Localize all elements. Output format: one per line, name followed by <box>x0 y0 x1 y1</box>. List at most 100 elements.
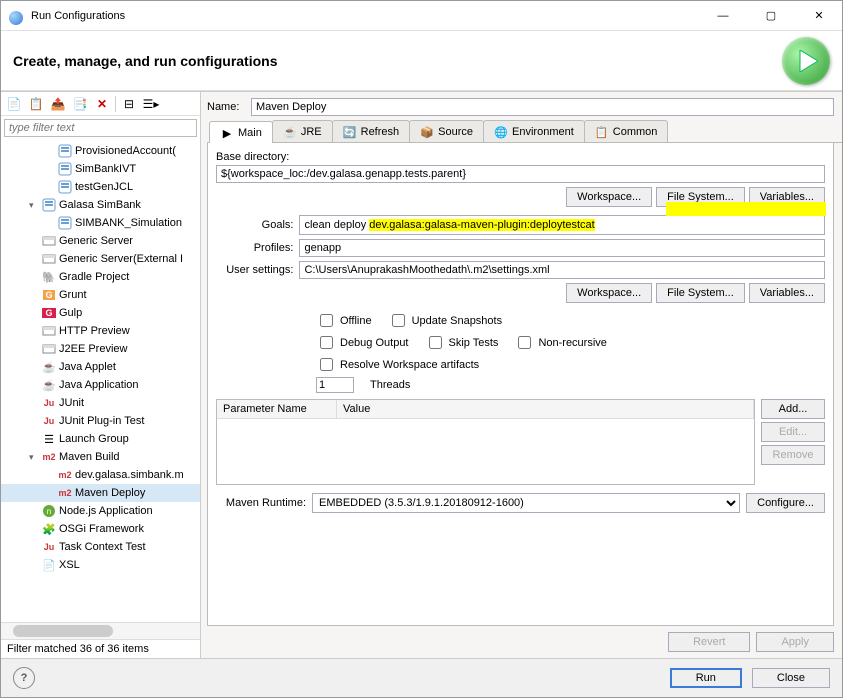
tree-item[interactable]: m2Maven Deploy <box>1 484 200 502</box>
tree-item[interactable]: JuJUnit <box>1 394 200 412</box>
base-dir-input[interactable] <box>216 165 825 183</box>
tree-item-label: Generic Server <box>59 235 133 247</box>
cfg-icon <box>57 215 73 231</box>
tree-item[interactable]: JuJUnit Plug-in Test <box>1 412 200 430</box>
tree-item[interactable]: J2EE Preview <box>1 340 200 358</box>
toolbar-separator <box>115 96 116 112</box>
tab-bar: ▶Main☕JRE🔄Refresh📦Source🌐Environment📋Com… <box>207 120 842 143</box>
tree-item[interactable]: m2dev.galasa.simbank.m <box>1 466 200 484</box>
update-snapshots-checkbox[interactable]: Update Snapshots <box>388 311 503 330</box>
tree-item[interactable]: SIMBANK_Simulation <box>1 214 200 232</box>
tree-item[interactable]: ☕Java Application <box>1 376 200 394</box>
tree-item[interactable]: HTTP Preview <box>1 322 200 340</box>
user-settings-label: User settings: <box>216 264 293 276</box>
tab-label: Refresh <box>361 126 400 138</box>
run-hero-icon <box>782 37 830 85</box>
debug-output-checkbox[interactable]: Debug Output <box>316 333 409 352</box>
goals-input[interactable]: clean deploy dev.galasa:galasa-maven-plu… <box>299 215 825 235</box>
resolve-workspace-checkbox[interactable]: Resolve Workspace artifacts <box>316 355 479 374</box>
cfg-icon <box>41 197 57 213</box>
tree-item[interactable]: ▾Galasa SimBank <box>1 196 200 214</box>
tree-item[interactable]: JuTask Context Test <box>1 538 200 556</box>
delete-button[interactable]: ✕ <box>93 95 111 113</box>
param-add-button[interactable]: Add... <box>761 399 825 419</box>
collapse-all-button[interactable]: ⊟ <box>120 95 138 113</box>
maximize-button[interactable]: ▢ <box>756 9 786 22</box>
settings-workspace-button[interactable]: Workspace... <box>566 283 652 303</box>
config-tree[interactable]: ProvisionedAccount(SimBankIVT testGenJCL ▾… <box>1 140 200 622</box>
tree-item[interactable]: 🧩OSGi Framework <box>1 520 200 538</box>
filter-status: Filter matched 36 of 36 items <box>1 639 200 658</box>
tree-item[interactable]: Generic Server <box>1 232 200 250</box>
tab-main[interactable]: ▶Main <box>209 121 273 143</box>
tree-item[interactable]: 🐘Gradle Project <box>1 268 200 286</box>
tree-item[interactable]: testGenJCL <box>1 178 200 196</box>
m2r-icon: m2 <box>57 485 73 501</box>
tree-item-label: Maven Build <box>59 451 120 463</box>
param-edit-button[interactable]: Edit... <box>761 422 825 442</box>
window-title: Run Configurations <box>9 10 708 22</box>
tree-item-label: J2EE Preview <box>59 343 127 355</box>
filter-button[interactable]: ☰▸ <box>142 95 160 113</box>
skip-tests-checkbox[interactable]: Skip Tests <box>425 333 499 352</box>
tree-item-label: Node.js Application <box>59 505 153 517</box>
parameters-table[interactable]: Parameter Name Value <box>216 399 755 485</box>
settings-file-system-button[interactable]: File System... <box>656 283 745 303</box>
tab-icon: 📋 <box>595 125 609 139</box>
gulp-icon: G <box>41 305 57 321</box>
goals-highlight: dev.galasa:galasa-maven-plugin:deploytes… <box>369 219 594 231</box>
osgi-icon: 🧩 <box>41 521 57 537</box>
runtime-select[interactable]: EMBEDDED (3.5.3/1.9.1.20180912-1600) <box>312 493 740 513</box>
tree-item[interactable]: GGulp <box>1 304 200 322</box>
tree-item[interactable]: 📄XSL <box>1 556 200 574</box>
tree-item[interactable]: ProvisionedAccount( <box>1 142 200 160</box>
workspace-button[interactable]: Workspace... <box>566 187 652 207</box>
tree-scrollbar[interactable] <box>1 622 200 639</box>
settings-variables-button[interactable]: Variables... <box>749 283 825 303</box>
new-config-button[interactable]: 📄 <box>5 95 23 113</box>
threads-spinner[interactable] <box>316 377 354 393</box>
revert-button[interactable]: Revert <box>668 632 750 652</box>
tree-item[interactable]: SimBankIVT <box>1 160 200 178</box>
tab-refresh[interactable]: 🔄Refresh <box>332 120 411 142</box>
duplicate-button[interactable]: 📑 <box>71 95 89 113</box>
base-dir-label: Base directory: <box>216 151 825 163</box>
new-proto-button[interactable]: 📋 <box>27 95 45 113</box>
filter-input[interactable] <box>4 119 197 137</box>
tree-item-label: OSGi Framework <box>59 523 144 535</box>
apply-button[interactable]: Apply <box>756 632 834 652</box>
tree-item[interactable]: GGrunt <box>1 286 200 304</box>
help-button[interactable]: ? <box>13 667 35 689</box>
non-recursive-checkbox[interactable]: Non-recursive <box>514 333 606 352</box>
name-input[interactable] <box>251 98 834 116</box>
grunt-icon: G <box>41 287 57 303</box>
tab-icon: 📦 <box>420 125 434 139</box>
user-settings-input[interactable] <box>299 261 825 279</box>
close-button[interactable]: Close <box>752 668 830 688</box>
tree-item[interactable]: nNode.js Application <box>1 502 200 520</box>
close-window-button[interactable]: ✕ <box>804 9 834 22</box>
param-name-col: Parameter Name <box>217 400 337 418</box>
run-button[interactable]: Run <box>670 668 742 688</box>
tree-item[interactable]: ☰Launch Group <box>1 430 200 448</box>
tree-item[interactable]: ☕Java Applet <box>1 358 200 376</box>
export-button[interactable]: 📤 <box>49 95 67 113</box>
srv-icon <box>41 251 57 267</box>
java-icon: ☕ <box>41 377 57 393</box>
srv-icon <box>41 341 57 357</box>
tree-item-label: JUnit <box>59 397 84 409</box>
tree-item[interactable]: ▾m2Maven Build <box>1 448 200 466</box>
tab-common[interactable]: 📋Common <box>584 120 669 142</box>
tree-item-label: testGenJCL <box>75 181 133 193</box>
configure-button[interactable]: Configure... <box>746 493 825 513</box>
offline-checkbox[interactable]: Offline <box>316 311 372 330</box>
tab-environment[interactable]: 🌐Environment <box>483 120 585 142</box>
tree-toolbar: 📄 📋 📤 📑 ✕ ⊟ ☰▸ <box>1 92 200 116</box>
tree-item[interactable]: Generic Server(External I <box>1 250 200 268</box>
tree-item-label: Launch Group <box>59 433 129 445</box>
minimize-button[interactable]: — <box>708 10 738 22</box>
tab-jre[interactable]: ☕JRE <box>272 120 333 142</box>
param-remove-button[interactable]: Remove <box>761 445 825 465</box>
profiles-input[interactable] <box>299 239 825 257</box>
tab-source[interactable]: 📦Source <box>409 120 484 142</box>
